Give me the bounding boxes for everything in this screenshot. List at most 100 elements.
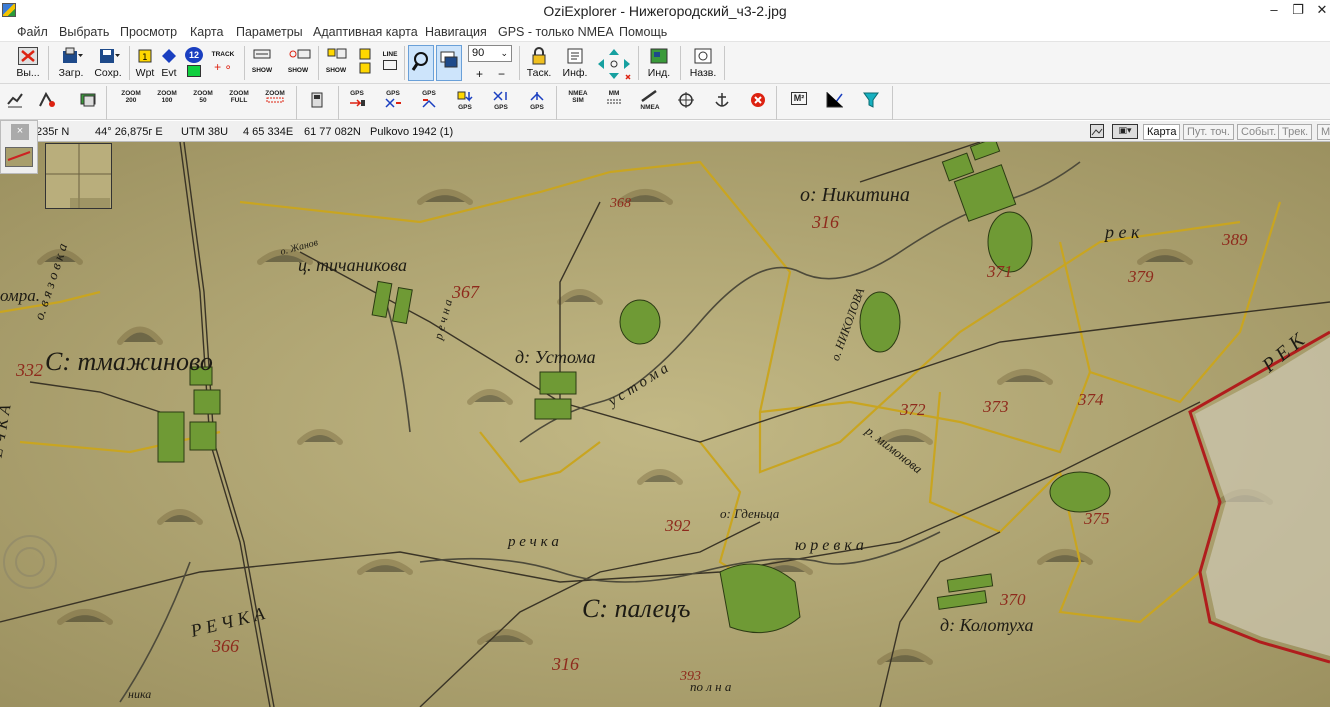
route-button[interactable]: 12 bbox=[182, 45, 206, 81]
tab-tracks[interactable]: Трек. bbox=[1278, 124, 1313, 140]
menu-settings[interactable]: Параметры bbox=[236, 25, 303, 39]
area-m2-button[interactable]: M² bbox=[786, 90, 812, 114]
tab-events[interactable]: Событ. bbox=[1237, 124, 1281, 140]
tab-waypoints[interactable]: Пут. точ. bbox=[1183, 124, 1234, 140]
zoom-magnifier-button[interactable] bbox=[408, 45, 434, 81]
load-button[interactable]: Загр. bbox=[55, 45, 87, 81]
map-label-village: о: Никитина bbox=[800, 184, 910, 206]
name-search-icon bbox=[693, 47, 713, 65]
plot-track-button[interactable] bbox=[2, 90, 28, 114]
filter-button[interactable] bbox=[858, 90, 884, 114]
pan-control[interactable] bbox=[594, 45, 634, 81]
separator bbox=[48, 46, 49, 80]
gps-download-3-button[interactable]: GPS bbox=[524, 90, 550, 114]
separator bbox=[519, 46, 520, 80]
menu-map[interactable]: Карта bbox=[190, 25, 223, 39]
menu-navigation[interactable]: Навигация bbox=[425, 25, 487, 39]
exit-icon bbox=[18, 47, 38, 65]
overview-map-window[interactable] bbox=[45, 143, 112, 209]
gps-download-2-button[interactable]: GPS bbox=[488, 90, 514, 114]
map-image-icon[interactable] bbox=[1090, 124, 1104, 138]
maximize-button[interactable]: ❐ bbox=[1287, 2, 1309, 18]
gps-upload-1-button[interactable]: GPS bbox=[344, 90, 370, 114]
gps-1-label: GPS bbox=[350, 90, 364, 97]
map-layer-icon[interactable] bbox=[5, 147, 33, 167]
show-waypoints-button[interactable]: SHOW bbox=[248, 45, 276, 81]
nmea-button[interactable]: NMEA bbox=[637, 89, 663, 114]
moving-map-button[interactable] bbox=[436, 45, 462, 81]
calibrate-tool-button[interactable] bbox=[34, 90, 60, 114]
tab-map[interactable]: Карта bbox=[1143, 124, 1181, 140]
separator bbox=[638, 46, 639, 80]
separator bbox=[244, 46, 245, 80]
zoom-100-button[interactable]: ZOOM 100 bbox=[154, 90, 180, 114]
menu-help[interactable]: Помощь bbox=[619, 25, 667, 39]
map-view[interactable]: С: тмажиново ц. тичаникова д: Устома о: … bbox=[0, 142, 1330, 707]
map-number: 371 bbox=[987, 262, 1013, 281]
zoom-50-label: ZOOM 50 bbox=[193, 90, 213, 104]
nmea-sim-button[interactable]: NMEA SIM bbox=[565, 90, 591, 114]
zoom-out-button[interactable]: − bbox=[498, 67, 505, 81]
northing-readout: 61 77 082N bbox=[304, 126, 361, 138]
tab-more[interactable]: М bbox=[1317, 124, 1330, 140]
save-button[interactable]: Сохр. bbox=[92, 45, 124, 81]
zoom-level-value: 90 bbox=[472, 47, 485, 59]
map-number: 372 bbox=[900, 400, 926, 419]
gps-upload-3-button[interactable]: GPS bbox=[416, 90, 442, 114]
title-bar: OziExplorer - Нижегородский_ч3-2.jpg – ❐… bbox=[0, 0, 1330, 22]
nmea-sim-label: NMEA SIM bbox=[568, 90, 588, 104]
line-tool-button[interactable]: LINE bbox=[380, 45, 400, 81]
menu-file[interactable]: Файл bbox=[17, 25, 48, 39]
stop-button[interactable] bbox=[745, 90, 771, 114]
minimize-button[interactable]: – bbox=[1263, 2, 1285, 18]
separator bbox=[776, 86, 777, 120]
map-list-button[interactable] bbox=[76, 90, 102, 114]
show-track-button[interactable]: SHOW bbox=[283, 45, 313, 81]
zoom-area-label: ZOOM bbox=[265, 90, 285, 97]
latitude-readout: 235г N bbox=[36, 126, 70, 138]
zoom-area-button[interactable]: ZOOM bbox=[262, 90, 288, 114]
gps-5-label: GPS bbox=[494, 104, 508, 111]
event-button[interactable]: Evt bbox=[158, 45, 180, 81]
elevation-plot-button[interactable] bbox=[822, 90, 848, 114]
info-button[interactable]: Инф. bbox=[560, 45, 590, 81]
pan-arrows-icon bbox=[596, 47, 632, 81]
index-button[interactable]: Инд. bbox=[644, 45, 674, 81]
map-label-village: С: тмажиново bbox=[45, 347, 213, 376]
separator bbox=[318, 46, 319, 80]
m2-icon: M² bbox=[790, 92, 808, 105]
map-number: 392 bbox=[665, 516, 691, 535]
save-disk-icon bbox=[98, 47, 120, 65]
map-number: 379 bbox=[1128, 267, 1154, 286]
menu-select[interactable]: Выбрать bbox=[59, 25, 109, 39]
waypoint-list-button[interactable] bbox=[355, 45, 379, 81]
crosshair-button[interactable] bbox=[673, 90, 699, 114]
separator bbox=[296, 86, 297, 120]
zoom-full-button[interactable]: ZOOM FULL bbox=[226, 90, 252, 114]
tack-button[interactable]: Таск. bbox=[523, 45, 555, 81]
separator bbox=[338, 86, 339, 120]
map-label-place: о: Гденьца bbox=[720, 506, 780, 521]
map-number: 366 bbox=[212, 636, 239, 656]
zoom-50-button[interactable]: ZOOM 50 bbox=[190, 90, 216, 114]
anchor-button[interactable] bbox=[709, 90, 735, 114]
close-icon[interactable]: × bbox=[11, 124, 29, 140]
show-events-button[interactable]: SHOW bbox=[322, 45, 350, 81]
gps-upload-2-button[interactable]: GPS bbox=[380, 90, 406, 114]
gps-download-1-button[interactable]: GPS bbox=[452, 90, 478, 114]
save-dropdown-icon[interactable]: ▣▾ bbox=[1112, 124, 1138, 139]
track-label: TRACK bbox=[211, 51, 235, 58]
menu-view[interactable]: Просмотр bbox=[120, 25, 177, 39]
menu-adaptive-map[interactable]: Адаптивная карта bbox=[313, 25, 418, 39]
moving-map-mm-button[interactable]: MM bbox=[601, 90, 627, 114]
exit-button[interactable]: Вы... bbox=[13, 45, 43, 81]
zoom-200-button[interactable]: ZOOM 200 bbox=[118, 90, 144, 114]
waypoint-button[interactable]: 1 Wpt bbox=[134, 45, 156, 81]
gps-device-button[interactable] bbox=[304, 90, 330, 114]
zoom-level-select[interactable]: 90 ⌄ bbox=[468, 45, 512, 62]
name-search-button[interactable]: Назв. bbox=[686, 45, 720, 81]
close-button[interactable]: ✕ bbox=[1311, 2, 1330, 18]
zoom-in-button[interactable]: + bbox=[476, 67, 483, 81]
menu-gps-nmea[interactable]: GPS - только NMEA bbox=[498, 25, 614, 39]
track-button[interactable]: TRACK + ∘ bbox=[208, 45, 238, 81]
